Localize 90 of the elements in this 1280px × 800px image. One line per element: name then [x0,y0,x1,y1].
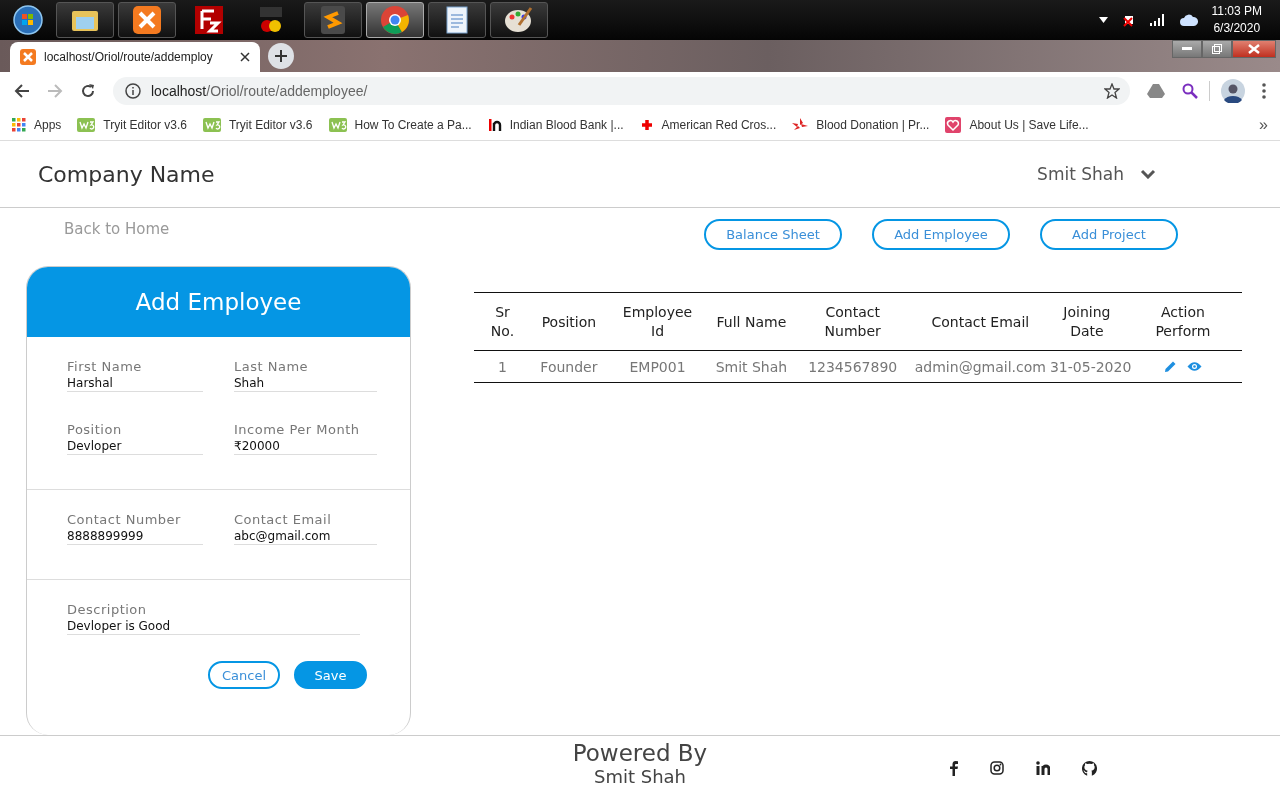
bookmark-link[interactable]: About Us | Save Life... [945,117,1089,133]
chevron-down-icon [1140,169,1156,179]
palette-icon[interactable] [490,2,548,38]
bookmark-link[interactable]: Blood Donation | Pr... [792,118,930,132]
bookmark-link[interactable]: How To Create a Pa... [328,118,472,132]
field-label: Description [67,602,148,617]
company-name: Company Name [38,161,215,187]
bookmark-link[interactable]: American Red Cros... [639,118,777,132]
app-icon[interactable] [304,2,362,38]
back-arrow-icon[interactable] [14,83,30,99]
more-bookmarks-button[interactable]: » [1259,116,1268,134]
input-field[interactable]: ₹20000 [234,437,377,455]
reload-icon[interactable] [80,83,96,99]
field-label: Position [67,422,123,437]
clock[interactable]: 11:03 PM 6/3/2020 [1211,3,1262,37]
close-icon [1248,44,1260,54]
input-field[interactable]: Shah [234,374,377,392]
restore-icon [1212,44,1222,54]
heart-icon [945,117,962,133]
form-title: Add Employee [135,289,302,315]
instagram-icon[interactable] [990,761,1004,775]
footer-name: Smit Shah [594,766,686,787]
favicon-icon [20,49,36,65]
browser-tab[interactable]: localhost/Oriol/route/addemploy [10,42,260,72]
table-cell: admin@gmail.com [914,358,1046,375]
bookmark-link[interactable]: Tryit Editor v3.6 [202,118,313,132]
in-logo-icon [487,118,502,132]
user-menu[interactable]: Smit Shah [1037,164,1156,184]
bookmark-link[interactable]: Apps [12,118,62,132]
document-icon[interactable] [428,2,486,38]
bookmark-link[interactable]: Indian Blood Bank |... [487,118,624,132]
close-button[interactable] [1232,40,1276,58]
menu-icon[interactable] [1262,83,1266,99]
minimize-button[interactable] [1172,40,1202,58]
info-icon [125,83,141,99]
field-label: First Name [67,359,143,374]
nav-button[interactable]: Add Employee [872,219,1010,250]
github-icon[interactable] [1082,760,1097,776]
view-icon[interactable] [1186,361,1202,372]
star-icon[interactable] [1104,83,1120,99]
w3-logo-icon [77,118,96,132]
close-icon[interactable] [240,52,250,62]
caret-icon[interactable] [1098,17,1108,23]
table-cell: 1 [498,358,507,375]
column-header: Employee Id [622,304,693,339]
table-cell: 31-05-2020 [1049,358,1132,375]
cloud-icon[interactable] [1179,14,1198,26]
linkedin-icon[interactable] [1036,761,1050,775]
input-field[interactable]: Devloper is Good [67,617,360,635]
table-cell: EMP001 [629,358,686,375]
facebook-icon[interactable] [950,760,958,776]
input-field[interactable]: Harshal [67,374,203,392]
table-cell: Smit Shah [715,358,788,375]
field-label: Contact Email [234,512,333,527]
table-cell: 1234567890 [808,358,898,375]
column-header: Sr No. [490,304,515,339]
restore-button[interactable] [1202,40,1232,58]
address-bar[interactable]: localhost/Oriol/route/addemployee/ [113,77,1130,105]
column-header: Contact Email [931,313,1030,330]
apps-grid-icon [12,118,26,132]
column-header: Position [541,313,597,330]
plus-icon [274,49,288,63]
browser-icon[interactable] [366,2,424,38]
input-field[interactable]: 8888899999 [67,527,203,545]
field-label: Contact Number [67,512,182,527]
folder-icon[interactable] [56,2,114,38]
table-cell: Founder [540,358,598,375]
field-label: Income Per Month [234,422,361,437]
column-header: Contact Number [824,304,881,339]
column-header: Joining Date [1063,304,1111,339]
edit-icon[interactable] [1163,360,1177,373]
field-label: Last Name [234,359,310,374]
nav-button[interactable]: Add Project [1040,219,1178,250]
column-header: Full Name [716,313,787,330]
w3-logo-icon [328,118,347,132]
signal-icon[interactable] [1149,14,1166,26]
input-field[interactable]: Devloper [67,437,203,455]
app-icon[interactable] [118,2,176,38]
footer-title: Powered By [572,740,708,766]
new-tab-button[interactable] [268,43,294,69]
cancel-button[interactable]: Cancel [207,661,280,689]
w3-logo-icon [202,118,221,132]
bookmark-link[interactable]: Tryit Editor v3.6 [77,118,187,132]
column-header: Action Perform [1155,304,1211,339]
nav-button[interactable]: Balance Sheet [704,219,842,250]
input-field[interactable]: abc@gmail.com [234,527,377,545]
avatar-icon[interactable] [1221,79,1245,103]
minimize-icon [1182,47,1192,51]
cross-icon [639,118,654,132]
search-icon[interactable] [1182,83,1198,99]
